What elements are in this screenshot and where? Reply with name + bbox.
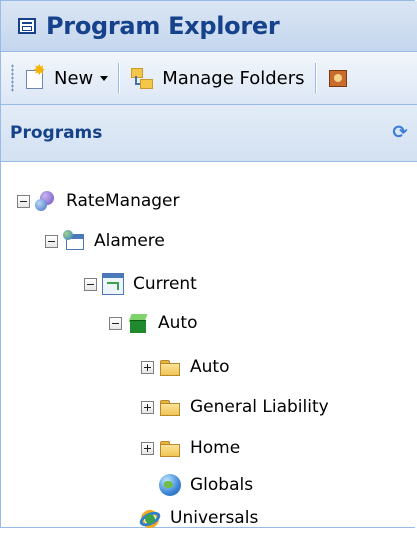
tree-node-label: General Liability: [190, 397, 329, 417]
new-button[interactable]: ✸ New: [20, 60, 112, 96]
folder-icon: [159, 396, 181, 418]
universals-icon: [137, 507, 163, 530]
folder-icon: [159, 437, 181, 459]
expand-icon[interactable]: [141, 441, 154, 455]
toolbar-separator: [118, 63, 121, 93]
dropdown-arrow-icon: [100, 75, 109, 81]
tree-node-general-liability[interactable]: General Liability: [141, 392, 329, 422]
archive-box-icon[interactable]: [327, 67, 349, 89]
manage-folders-label: Manage Folders: [162, 67, 305, 89]
toolbar: ✸ New Manage Folders: [1, 52, 417, 105]
tree-node-label: Alamere: [94, 231, 165, 251]
tree-node-globals[interactable]: Globals: [159, 470, 253, 500]
tree-node-label: RateManager: [66, 191, 180, 211]
manage-folders-icon: [130, 66, 154, 90]
web-app-icon: [63, 230, 85, 252]
collapse-icon[interactable]: [84, 277, 97, 291]
collapse-icon[interactable]: [17, 194, 30, 208]
tree-node-label: Auto: [158, 313, 198, 333]
program-tree: RateManager Alamere Current Auto Auto Ge…: [1, 162, 417, 530]
programs-section-header: Programs ⟳: [1, 105, 417, 162]
globe-icon: [159, 474, 181, 496]
toolbar-grip[interactable]: [11, 64, 14, 92]
refresh-icon[interactable]: ⟳: [389, 122, 411, 144]
tree-node-ratemanager[interactable]: RateManager: [17, 186, 180, 216]
tree-node-auto-program[interactable]: Auto: [109, 308, 197, 338]
manage-folders-button[interactable]: Manage Folders: [126, 60, 308, 96]
tree-node-auto-folder[interactable]: Auto: [141, 352, 229, 382]
page-title: Program Explorer: [46, 12, 280, 40]
panel-header: Program Explorer: [1, 1, 417, 52]
tree-node-alamere[interactable]: Alamere: [45, 226, 165, 256]
collapse-icon[interactable]: [45, 234, 58, 248]
tree-node-current[interactable]: Current: [84, 269, 197, 299]
version-icon: [102, 273, 124, 295]
collapse-icon[interactable]: [109, 316, 122, 330]
tree-node-label: Home: [190, 438, 241, 458]
new-button-label: New: [54, 67, 94, 89]
tree-node-label: Globals: [190, 475, 254, 495]
tree-node-label: Auto: [190, 357, 230, 377]
tree-node-home[interactable]: Home: [141, 433, 240, 463]
tree-node-label: Current: [133, 274, 197, 294]
new-page-icon: ✸: [24, 63, 46, 90]
folder-icon: [159, 356, 181, 378]
program-explorer-panel: Program Explorer ✸ New Manage Folders Pr…: [0, 0, 417, 530]
toolbar-separator: [314, 63, 317, 93]
tree-node-label: Universals: [170, 508, 259, 528]
window-icon: [18, 18, 36, 34]
cube-icon: [127, 312, 149, 334]
programs-title: Programs: [10, 123, 103, 143]
server-icon: [35, 190, 57, 212]
expand-icon[interactable]: [141, 360, 154, 374]
expand-icon[interactable]: [141, 400, 154, 414]
